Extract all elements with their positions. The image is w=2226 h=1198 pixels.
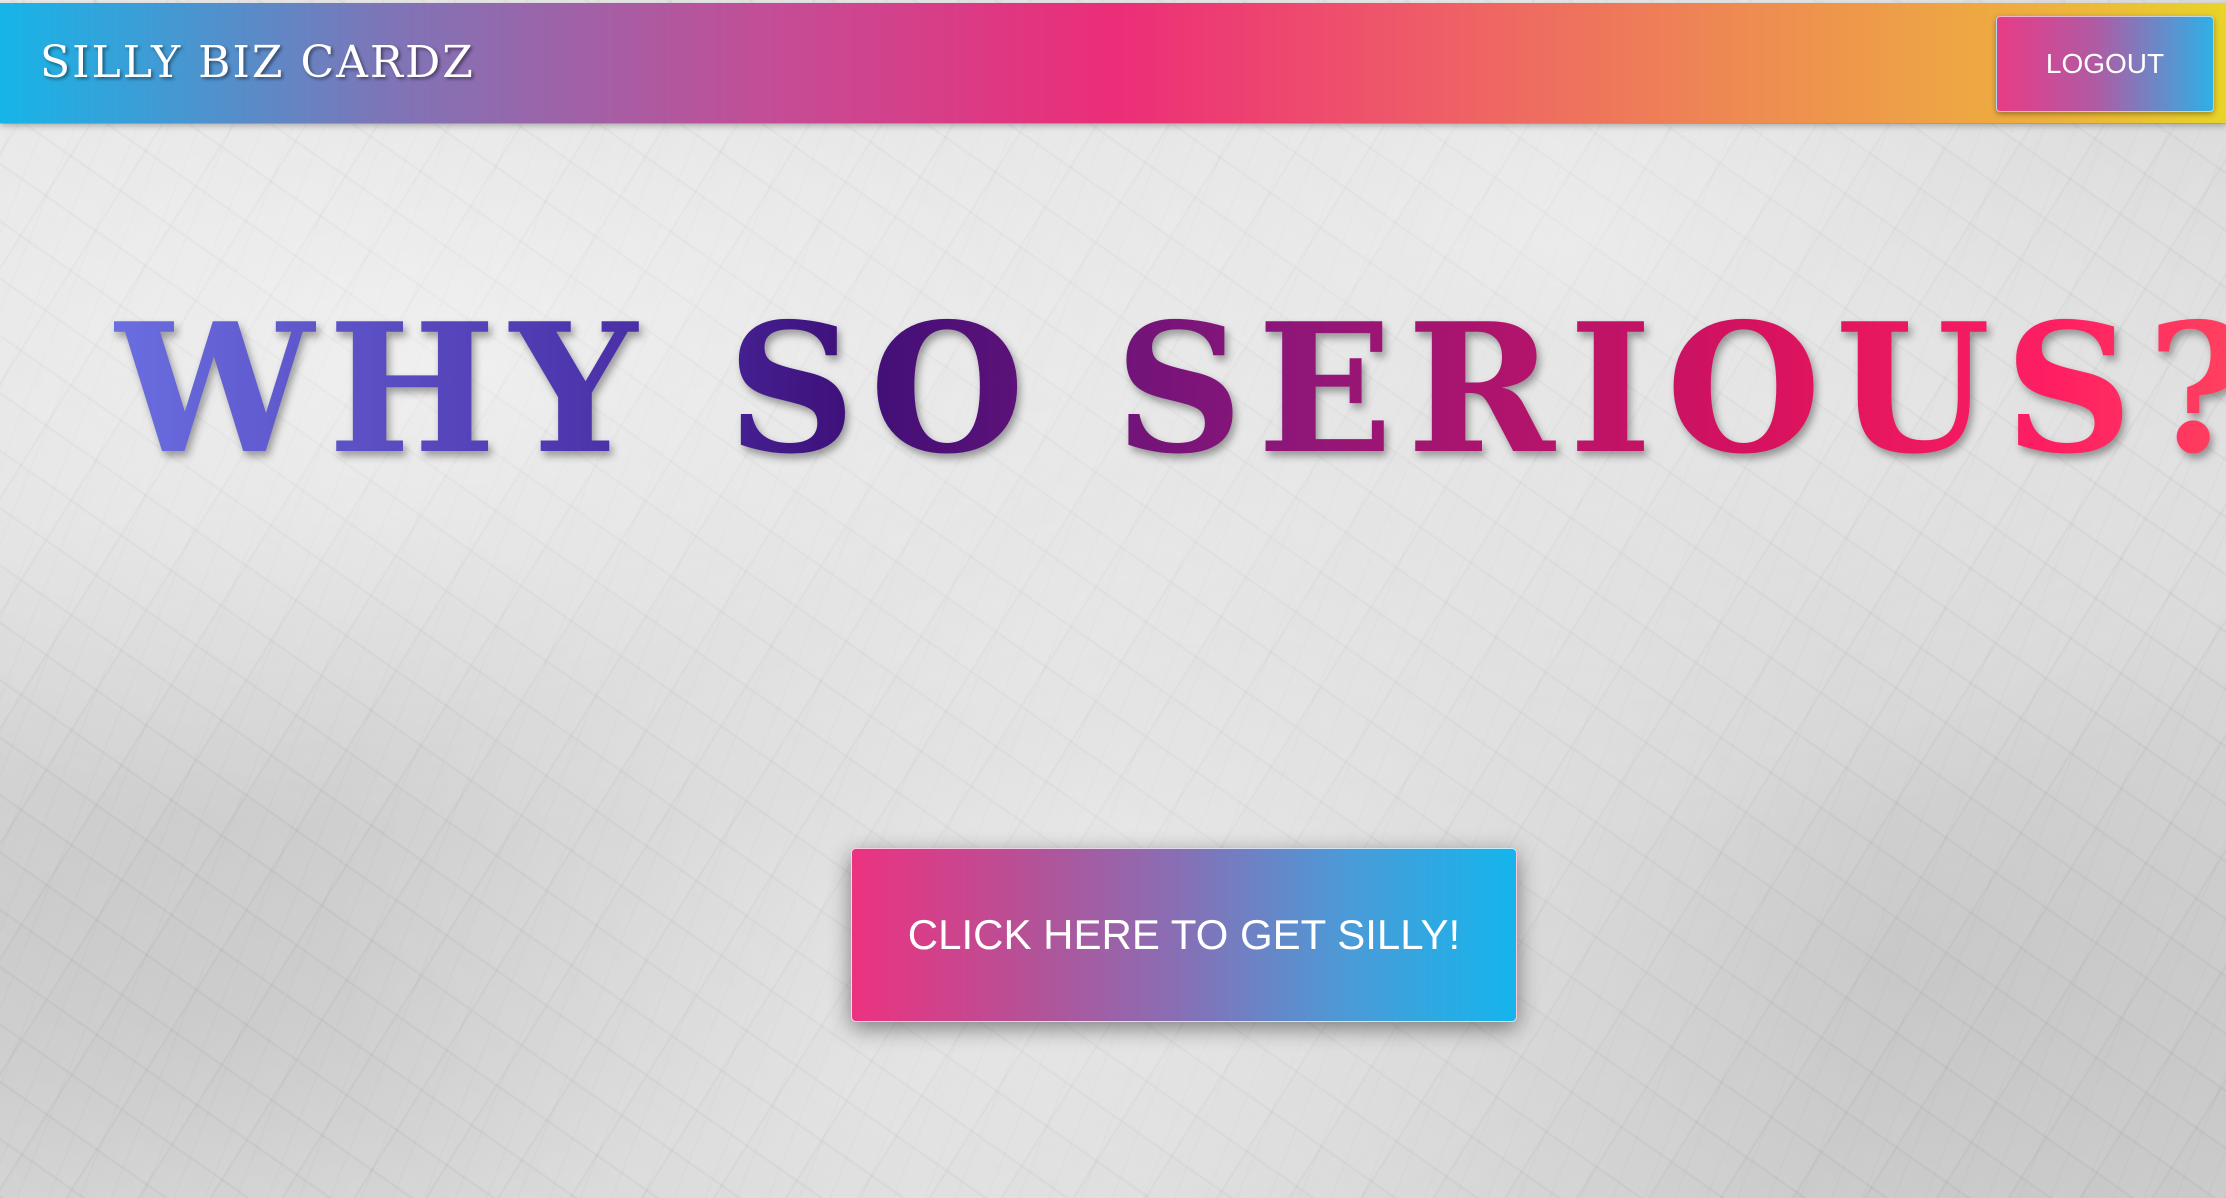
hero-headline: WHY SO SERIOUS? bbox=[114, 284, 2226, 493]
brand-logo-text[interactable]: SILLY BIZ CARDZ bbox=[40, 41, 475, 85]
logout-button[interactable]: LOGOUT bbox=[1996, 16, 2214, 112]
get-silly-button[interactable]: CLICK HERE TO GET SILLY! bbox=[851, 848, 1517, 1022]
top-navbar: SILLY BIZ CARDZ LOGOUT bbox=[0, 3, 2226, 123]
